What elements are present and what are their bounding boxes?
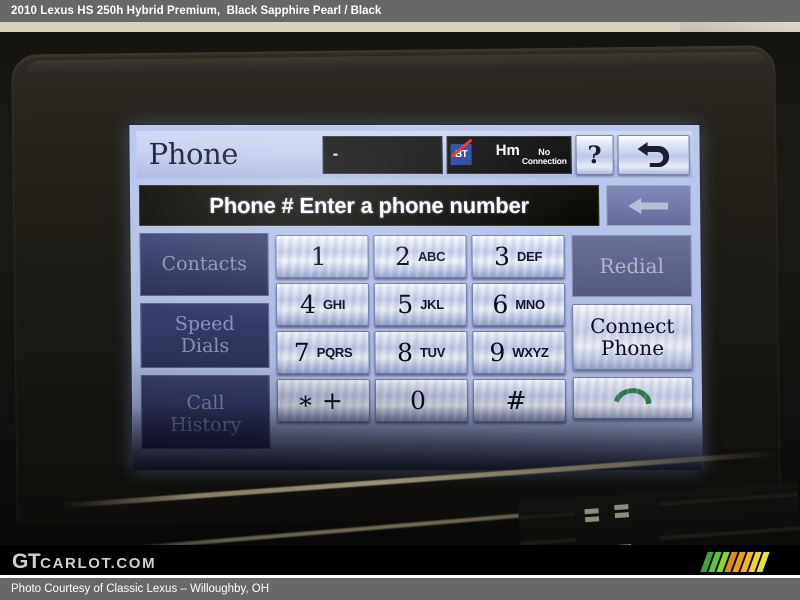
call-history-button[interactable]: Call History — [140, 374, 271, 449]
watermark-strip: GT CARLOT.COM — [0, 545, 800, 578]
key-4-letters: GHI — [322, 297, 346, 312]
key-0-digit: 0 — [409, 385, 427, 415]
phone-number-prompt: Phone # Enter a phone number — [209, 192, 530, 218]
vehicle-photo: Phone - BT Hm No Connection ? Phone # En… — [0, 22, 800, 545]
key-7-digit: 7 — [293, 337, 310, 367]
redial-button[interactable]: Redial — [571, 235, 693, 298]
photo-credit-bar: Photo Courtesy of Classic Lexus – Willou… — [0, 578, 800, 600]
vent-control-tab[interactable] — [584, 508, 599, 515]
backspace-button[interactable] — [605, 185, 692, 227]
key-9-digit: 9 — [489, 337, 506, 367]
phone-number-input[interactable]: Phone # Enter a phone number — [138, 185, 600, 227]
vent-control-tab[interactable] — [614, 512, 630, 519]
logo-stripes — [700, 551, 788, 572]
page-title: Phone — [148, 137, 239, 172]
keypad-row: 1 2 ABC 3 DEF — [275, 235, 565, 279]
phone-type-label: Hm — [495, 142, 520, 160]
keypad-row: 7 PQRS 8 TUV 9 WXYZ — [276, 330, 566, 374]
keypad: 1 2 ABC 3 DEF 4 GHI 5 JKL 6 MNO 7 PQRS 8… — [275, 233, 567, 463]
call-handset-icon — [614, 388, 652, 405]
key-2[interactable]: 2 ABC — [373, 235, 467, 279]
connect-phone-label-line2: Phone — [600, 335, 665, 360]
speed-dials-button[interactable]: Speed Dials — [140, 302, 270, 368]
vehicle-caption-bar: 2010 Lexus HS 250h Hybrid Premium, Black… — [0, 0, 800, 22]
phone-number-entry-row: Phone # Enter a phone number — [138, 185, 692, 227]
key-4[interactable]: 4 GHI — [275, 283, 370, 326]
vent-control-tab[interactable] — [584, 516, 600, 523]
key-star[interactable]: ∗ + — [276, 378, 371, 422]
phone-screen-header: Phone - BT Hm No Connection ? — [136, 131, 693, 179]
speed-dials-label-line2: Dials — [180, 334, 230, 357]
return-arrow-icon — [637, 141, 670, 167]
vent-slat — [660, 526, 800, 540]
key-6[interactable]: 6 MNO — [471, 283, 566, 326]
vent-control-tab[interactable] — [614, 504, 629, 511]
right-menu-column: Redial Connect Phone — [571, 233, 694, 463]
key-8-digit: 8 — [396, 337, 414, 367]
key-0[interactable]: 0 — [374, 378, 469, 422]
connect-phone-label-line1: Connect — [590, 313, 675, 338]
key-8-letters: TUV — [419, 344, 446, 360]
contacts-button[interactable]: Contacts — [139, 233, 269, 297]
key-5[interactable]: 5 JKL — [373, 283, 468, 326]
logo-gt-text: GT — [12, 549, 41, 573]
key-6-digit: 6 — [492, 290, 509, 319]
key-2-digit: 2 — [394, 242, 412, 272]
key-star-digit: ∗ + — [296, 385, 344, 415]
question-mark-icon: ? — [587, 139, 602, 169]
key-1[interactable]: 1 — [275, 235, 369, 279]
backspace-arrow-icon — [627, 197, 668, 214]
key-7[interactable]: 7 PQRS — [276, 330, 370, 374]
connection-state-line2: Connection — [521, 156, 567, 167]
connection-status-field: BT Hm No Connection — [446, 135, 572, 174]
vent-slat — [518, 511, 575, 520]
key-5-letters: JKL — [420, 297, 444, 312]
key-9[interactable]: 9 WXYZ — [472, 330, 566, 374]
keypad-row: 4 GHI 5 JKL 6 MNO — [275, 283, 566, 326]
left-menu-column: Contacts Speed Dials Call History — [139, 233, 271, 463]
key-1-digit: 1 — [310, 242, 327, 272]
help-button[interactable]: ? — [575, 134, 614, 175]
key-4-digit: 4 — [299, 290, 317, 319]
logo-carlot-text: CARLOT.COM — [40, 554, 157, 572]
photo-credit-text: Photo Courtesy of Classic Lexus – Willou… — [11, 583, 270, 595]
signal-strength-field: - — [322, 135, 443, 174]
back-button[interactable] — [617, 134, 690, 175]
redial-button-label: Redial — [599, 254, 665, 279]
gtcarlot-logo: GT CARLOT.COM — [12, 550, 156, 574]
contacts-button-label: Contacts — [161, 252, 247, 275]
key-8[interactable]: 8 TUV — [374, 330, 468, 374]
vent-slat — [520, 537, 577, 545]
key-9-letters: WXYZ — [512, 344, 549, 360]
connection-status-text: Hm No Connection — [476, 142, 567, 167]
key-3[interactable]: 3 DEF — [471, 235, 565, 279]
key-5-digit: 5 — [397, 290, 414, 319]
vehicle-colors: Black Sapphire Pearl / Black — [226, 5, 382, 17]
phone-main-body: Contacts Speed Dials Call History 1 2 AB… — [139, 233, 694, 463]
key-3-letters: DEF — [516, 249, 543, 265]
call-button[interactable] — [572, 376, 694, 419]
key-2-letters: ABC — [417, 249, 446, 265]
navigation-lcd-screen: Phone - BT Hm No Connection ? Phone # En… — [129, 125, 703, 470]
key-7-letters: PQRS — [316, 344, 353, 360]
key-3-digit: 3 — [493, 242, 511, 272]
call-history-label-line2: History — [169, 413, 242, 436]
key-6-letters: MNO — [515, 297, 545, 312]
bluetooth-disconnected-icon: BT — [450, 138, 473, 166]
screenshot-root: 2010 Lexus HS 250h Hybrid Premium, Black… — [0, 0, 800, 600]
vent-slat — [658, 492, 799, 507]
keypad-row: ∗ + 0 # — [276, 378, 567, 422]
vehicle-title: 2010 Lexus HS 250h Hybrid Premium, — [11, 5, 221, 17]
key-hash-digit: # — [505, 385, 527, 415]
connect-phone-button[interactable]: Connect Phone — [572, 303, 693, 370]
key-hash[interactable]: # — [472, 378, 567, 422]
call-history-label-line1: Call — [186, 392, 225, 415]
connection-state: No Connection — [521, 147, 567, 167]
speed-dials-label-line1: Speed — [174, 312, 235, 335]
signal-strength-value: - — [332, 144, 339, 164]
